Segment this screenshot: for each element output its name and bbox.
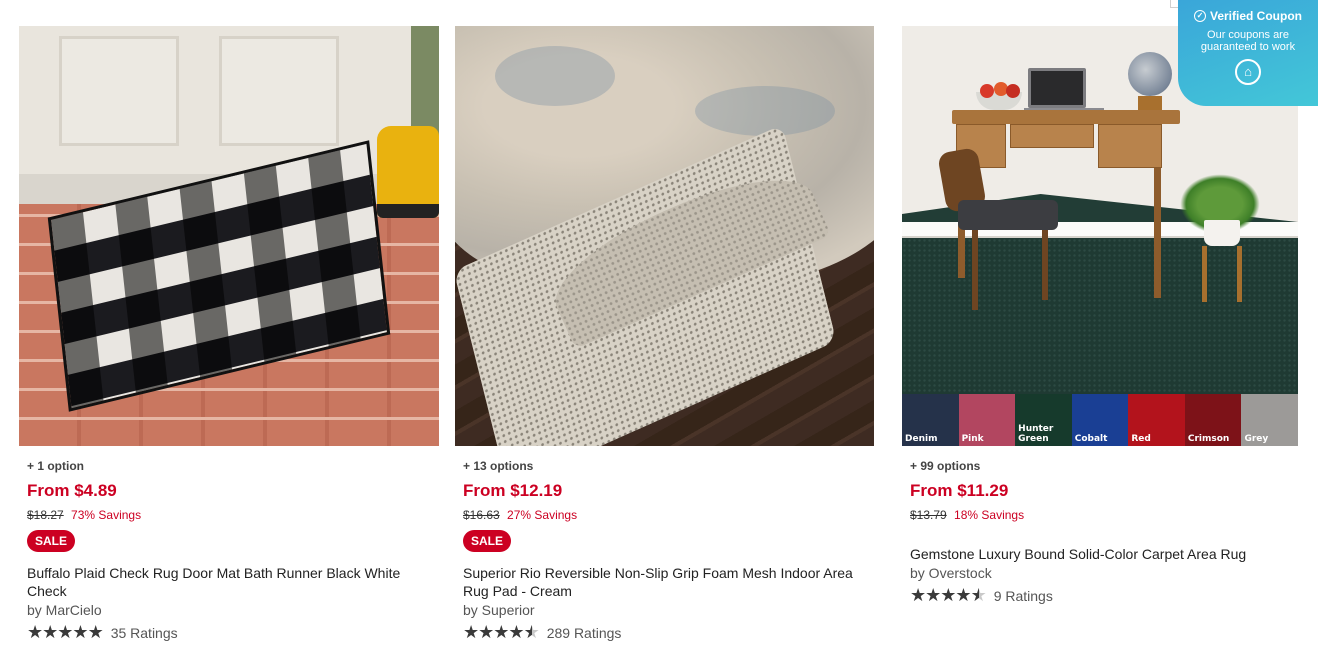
star-icon: ★	[955, 585, 971, 606]
ratings-count: 9 Ratings	[993, 588, 1053, 604]
half-star-icon: ★	[523, 622, 540, 643]
product-title[interactable]: Gemstone Luxury Bound Solid-Color Carpet…	[910, 545, 1310, 563]
star-rating: ★ ★ ★ ★ ★	[27, 622, 104, 643]
rating: ★ ★ ★ ★ ★ 35 Ratings	[27, 624, 439, 642]
product-title[interactable]: Superior Rio Reversible Non-Slip Grip Fo…	[463, 564, 863, 600]
sale-badge: SALE	[27, 530, 76, 552]
options-count[interactable]: + 1 option	[27, 459, 439, 473]
price: From $11.29	[910, 481, 1009, 500]
swatch-red[interactable]: Red	[1128, 394, 1185, 446]
product-image[interactable]	[455, 26, 874, 446]
savings-line: $18.27 73% Savings	[27, 508, 439, 522]
star-icon: ★	[940, 585, 956, 606]
star-icon: ★	[478, 622, 494, 643]
swatch-pink[interactable]: Pink	[958, 394, 1016, 446]
check-circle-icon: ✓	[1193, 10, 1206, 22]
star-icon: ★	[42, 622, 58, 643]
star-rating: ★ ★ ★ ★ ★	[910, 585, 987, 606]
star-icon: ★	[493, 622, 509, 643]
product-brand: by Overstock	[910, 565, 992, 581]
product-title[interactable]: Buffalo Plaid Check Rug Door Mat Bath Ru…	[27, 564, 427, 600]
coupon-title: Verified Coupon	[1209, 9, 1302, 23]
ratings-count: 289 Ratings	[546, 625, 622, 641]
options-count[interactable]: + 13 options	[463, 459, 874, 473]
verified-coupon-popup[interactable]: ✓ Verified Coupon Our coupons are guaran…	[1178, 0, 1318, 106]
sale-badge: SALE	[463, 530, 512, 552]
star-icon: ★	[57, 622, 73, 643]
product-brand: by MarCielo	[27, 602, 102, 618]
savings-percent: 18% Savings	[954, 508, 1025, 522]
rating: ★ ★ ★ ★ ★ 289 Ratings	[463, 624, 874, 642]
savings-line: $13.79 18% Savings	[910, 508, 1298, 522]
rating: ★ ★ ★ ★ ★ 9 Ratings	[910, 587, 1298, 605]
product-card[interactable]: + 13 options From $12.19 $16.63 27% Savi…	[455, 26, 874, 642]
product-image[interactable]	[19, 26, 439, 446]
savings-percent: 27% Savings	[507, 508, 578, 522]
ratings-count: 35 Ratings	[110, 625, 178, 641]
star-icon: ★	[72, 622, 88, 643]
options-count[interactable]: + 99 options	[910, 459, 1298, 473]
swatch-hunter-green[interactable]: Hunter Green	[1015, 394, 1072, 446]
star-icon: ★	[910, 585, 926, 606]
star-icon: ★	[463, 622, 479, 643]
original-price: $18.27	[27, 508, 64, 522]
cap-logo-icon[interactable]: ⌂	[1235, 59, 1261, 85]
star-icon: ★	[87, 622, 104, 643]
original-price: $16.63	[463, 508, 500, 522]
product-card[interactable]: Denim Pink Hunter Green Cobalt Red Crims…	[902, 26, 1298, 605]
swatch-grey[interactable]: Grey	[1241, 394, 1298, 446]
price: From $12.19	[463, 481, 563, 500]
swatch-denim[interactable]: Denim	[902, 394, 959, 446]
star-icon: ★	[508, 622, 524, 643]
swatch-crimson[interactable]: Crimson	[1184, 394, 1242, 446]
savings-line: $16.63 27% Savings	[463, 508, 874, 522]
product-brand: by Superior	[463, 602, 535, 618]
star-icon: ★	[27, 622, 43, 643]
swatch-cobalt[interactable]: Cobalt	[1071, 394, 1129, 446]
original-price: $13.79	[910, 508, 947, 522]
color-swatches: Denim Pink Hunter Green Cobalt Red Crims…	[902, 394, 1298, 446]
savings-percent: 73% Savings	[71, 508, 142, 522]
product-card[interactable]: + 1 option From $4.89 $18.27 73% Savings…	[19, 26, 439, 642]
half-star-icon: ★	[970, 585, 987, 606]
coupon-subtitle: Our coupons are guaranteed to work	[1200, 29, 1296, 53]
star-icon: ★	[925, 585, 941, 606]
star-rating: ★ ★ ★ ★ ★	[463, 622, 540, 643]
price: From $4.89	[27, 481, 117, 500]
